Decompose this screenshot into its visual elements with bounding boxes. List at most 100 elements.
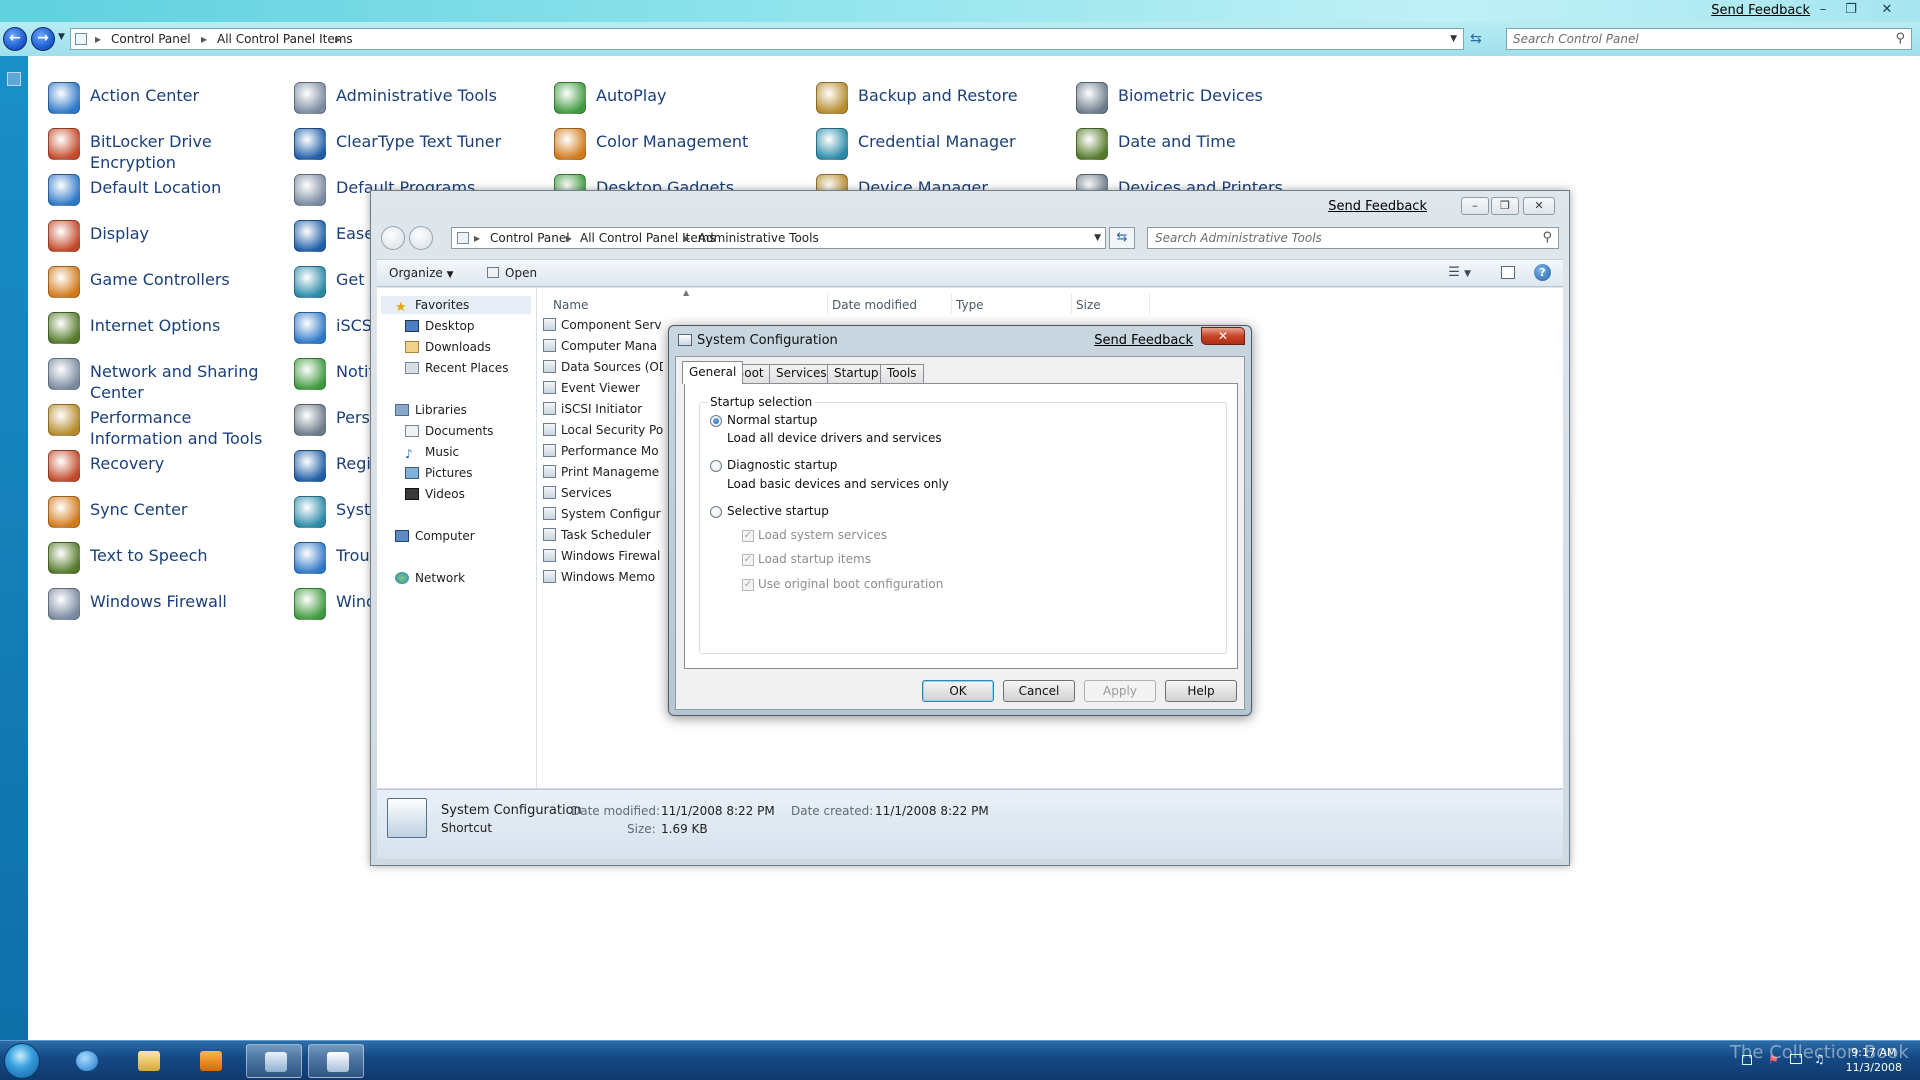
control-panel-item[interactable]: Action Center [48, 82, 278, 122]
column-header-size[interactable]: Size [1076, 298, 1101, 312]
refresh-button[interactable]: ⇆ [1109, 227, 1135, 249]
breadcrumb-control-panel[interactable]: Control Panel [111, 32, 191, 46]
control-panel-item[interactable]: AutoPlay [554, 82, 784, 122]
address-dropdown-icon[interactable]: ▼ [1094, 233, 1101, 243]
ok-button[interactable]: OK [922, 680, 994, 702]
control-panel-item-label[interactable]: Network and Sharing Center [90, 361, 280, 403]
control-panel-item-label[interactable]: ClearType Text Tuner [336, 131, 526, 152]
use-original-boot-checkbox[interactable]: ✓ [742, 579, 754, 591]
back-button[interactable]: ← [3, 27, 27, 51]
control-panel-item[interactable]: Recovery [48, 450, 278, 490]
tab-services[interactable]: Services [769, 364, 834, 383]
column-header-name[interactable]: Name [553, 298, 588, 312]
control-panel-item-label[interactable]: Color Management [596, 131, 786, 152]
control-panel-item-label[interactable]: Administrative Tools [336, 85, 526, 106]
control-panel-item-label[interactable]: Biometric Devices [1118, 85, 1308, 106]
forward-button[interactable]: → [31, 27, 55, 51]
control-panel-item-label[interactable]: Credential Manager [858, 131, 1048, 152]
breadcrumb-all-items[interactable]: All Control Panel Items [217, 32, 353, 46]
help-icon[interactable]: ? [1534, 264, 1551, 281]
diagnostic-startup-label[interactable]: Diagnostic startup [727, 458, 837, 472]
taskbar-control-panel[interactable] [246, 1044, 302, 1078]
taskbar-media-player[interactable] [182, 1044, 238, 1078]
file-list-item[interactable]: Windows Memo [543, 570, 663, 590]
file-list-item[interactable]: Computer Mana [543, 339, 663, 359]
search-administrative-tools-input[interactable]: Search Administrative Tools ⚲ [1147, 227, 1559, 249]
forward-button[interactable] [409, 226, 433, 250]
control-panel-item[interactable]: Network and Sharing Center [48, 358, 278, 402]
breadcrumb-administrative-tools[interactable]: Administrative Tools [698, 231, 819, 245]
file-list-item[interactable]: Component Serv [543, 318, 663, 338]
control-panel-item-label[interactable]: BitLocker Drive Encryption [90, 131, 280, 173]
control-panel-item[interactable]: Credential Manager [816, 128, 1046, 168]
minimize-button[interactable]: – [1810, 1, 1836, 19]
search-icon[interactable]: ⚲ [1895, 31, 1905, 46]
close-button[interactable]: ✕ [1874, 1, 1900, 19]
control-panel-item[interactable]: BitLocker Drive Encryption [48, 128, 278, 172]
help-button[interactable]: Help [1165, 680, 1237, 702]
control-panel-item[interactable]: Windows Firewall [48, 588, 278, 628]
nav-pictures[interactable]: Pictures [405, 466, 473, 484]
breadcrumb-control-panel[interactable]: Control Panel [490, 231, 570, 245]
taskbar-explorer[interactable] [120, 1044, 176, 1078]
control-panel-item-label[interactable]: Backup and Restore [858, 85, 1048, 106]
file-list-item[interactable]: Data Sources (OD [543, 360, 663, 380]
maximize-button[interactable]: ❐ [1838, 1, 1864, 19]
taskbar-system-configuration[interactable] [308, 1044, 364, 1078]
file-list-item[interactable]: System Configur [543, 507, 663, 527]
cancel-button[interactable]: Cancel [1003, 680, 1075, 702]
search-control-panel-input[interactable]: Search Control Panel ⚲ [1506, 28, 1912, 50]
minimize-button[interactable]: – [1461, 197, 1489, 215]
control-panel-item[interactable]: Biometric Devices [1076, 82, 1306, 122]
start-button[interactable] [4, 1043, 40, 1079]
control-panel-item[interactable]: Game Controllers [48, 266, 278, 306]
send-feedback-link[interactable]: Send Feedback [1328, 199, 1427, 214]
control-panel-item[interactable]: Internet Options [48, 312, 278, 352]
file-list-item[interactable]: Print Manageme [543, 465, 663, 485]
back-button[interactable] [381, 226, 405, 250]
control-panel-item[interactable]: Default Location [48, 174, 278, 214]
control-panel-item-label[interactable]: Game Controllers [90, 269, 280, 290]
nav-libraries[interactable]: Libraries [395, 403, 467, 421]
control-panel-item[interactable]: Date and Time [1076, 128, 1306, 168]
close-button[interactable]: ✕ [1201, 327, 1245, 345]
send-feedback-link[interactable]: Send Feedback [1094, 333, 1193, 348]
nav-documents[interactable]: Documents [405, 424, 493, 442]
tab-tools[interactable]: Tools [880, 364, 924, 383]
control-panel-item-label[interactable]: Action Center [90, 85, 280, 106]
normal-startup-label[interactable]: Normal startup [727, 413, 817, 427]
selective-startup-radio[interactable] [710, 506, 722, 518]
organize-button[interactable]: Organize ▼ [389, 266, 454, 280]
nav-recent-places[interactable]: Recent Places [405, 361, 508, 379]
control-panel-item-label[interactable]: Internet Options [90, 315, 280, 336]
nav-downloads[interactable]: Downloads [405, 340, 491, 358]
control-panel-item-label[interactable]: Performance Information and Tools [90, 407, 280, 449]
load-system-services-checkbox[interactable]: ✓ [742, 530, 754, 542]
control-panel-item-label[interactable]: AutoPlay [596, 85, 786, 106]
control-panel-item-label[interactable]: Sync Center [90, 499, 280, 520]
close-button[interactable]: ✕ [1523, 197, 1555, 215]
nav-videos[interactable]: Videos [405, 487, 465, 505]
control-panel-item[interactable]: Performance Information and Tools [48, 404, 278, 448]
file-list-item[interactable]: iSCSI Initiator [543, 402, 663, 422]
apply-button[interactable]: Apply [1084, 680, 1156, 702]
nav-network[interactable]: Network [395, 571, 465, 589]
control-panel-item[interactable]: Administrative Tools [294, 82, 524, 122]
refresh-icon[interactable]: ⇆ [1470, 31, 1482, 47]
send-feedback-link[interactable]: Send Feedback [1711, 3, 1810, 18]
breadcrumb-all-items[interactable]: All Control Panel Items [580, 231, 716, 245]
nav-favorites[interactable]: ★ Favorites [395, 298, 469, 316]
preview-pane-icon[interactable] [1501, 266, 1515, 279]
file-list-item[interactable]: Local Security Po [543, 423, 663, 443]
diagnostic-startup-radio[interactable] [710, 460, 722, 472]
control-panel-item[interactable]: Text to Speech [48, 542, 278, 582]
nav-computer[interactable]: Computer [395, 529, 475, 547]
taskbar-internet-explorer[interactable] [58, 1044, 114, 1078]
column-header-date-modified[interactable]: Date modified [832, 298, 917, 312]
control-panel-item-label[interactable]: Text to Speech [90, 545, 280, 566]
nav-desktop[interactable]: Desktop [405, 319, 475, 337]
maximize-button[interactable]: ❐ [1491, 197, 1519, 215]
nav-music[interactable]: ♪ Music [405, 445, 459, 463]
file-list-item[interactable]: Task Scheduler [543, 528, 663, 548]
address-bar[interactable]: ▸ Control Panel ▸ All Control Panel Item… [70, 28, 1464, 50]
